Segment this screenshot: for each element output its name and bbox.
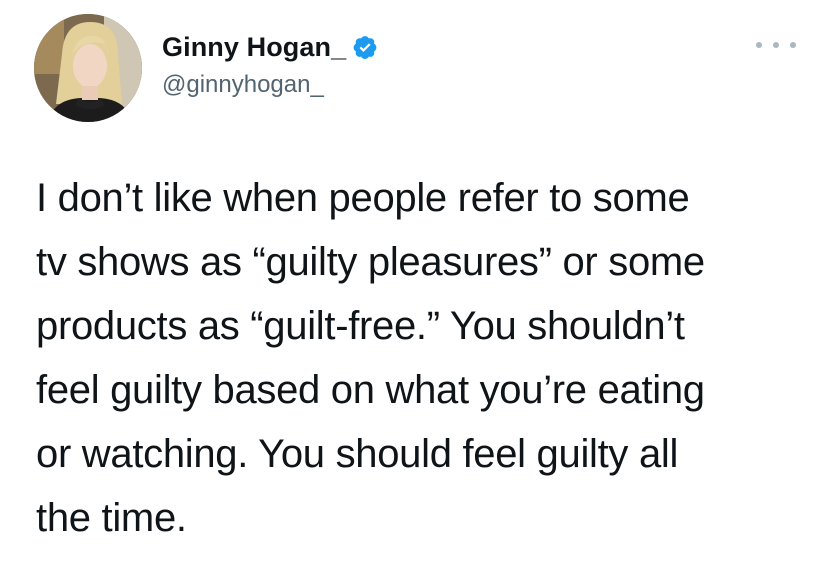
tweet-card: Ginny Hogan_ @ginnyhogan_ I don’t like w…: [0, 0, 828, 563]
tweet-line: feel guilty based on what you’re eating: [36, 368, 705, 412]
tweet-line: the time.: [36, 496, 187, 540]
dot: [756, 42, 762, 48]
dot: [773, 42, 779, 48]
avatar-photo: [34, 14, 142, 122]
more-dots-icon[interactable]: [756, 36, 796, 54]
avatar[interactable]: [34, 14, 142, 122]
tweet-line: products as “guilt-free.” You shouldn’t: [36, 304, 685, 348]
author-display-name[interactable]: Ginny Hogan_: [162, 32, 346, 63]
dot: [790, 42, 796, 48]
tweet-line: I don’t like when people refer to some: [36, 176, 690, 220]
author-name-row[interactable]: Ginny Hogan_: [162, 30, 378, 64]
author-handle[interactable]: @ginnyhogan_: [162, 71, 324, 99]
tweet-text: I don’t like when people refer to some t…: [36, 166, 816, 550]
tweet-line: tv shows as “guilty pleasures” or some: [36, 240, 705, 284]
tweet-line: or watching. You should feel guilty all: [36, 432, 679, 476]
verified-check-icon: [352, 34, 378, 60]
